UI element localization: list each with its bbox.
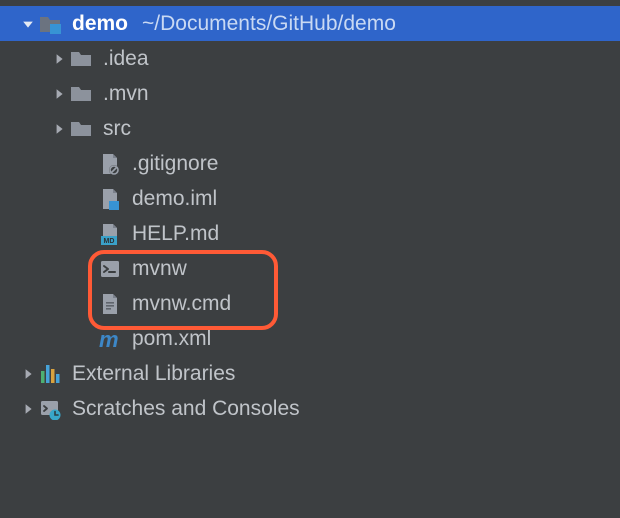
chevron-down-icon[interactable] <box>18 14 38 34</box>
chevron-right-icon[interactable] <box>49 84 69 104</box>
shell-file-icon <box>98 257 122 281</box>
chevron-right-icon[interactable] <box>18 399 38 419</box>
iml-file-icon <box>98 187 122 211</box>
chevron-right-icon[interactable] <box>18 364 38 384</box>
tree-row-file[interactable]: .gitignore <box>0 146 620 181</box>
tree-row-folder[interactable]: src <box>0 111 620 146</box>
ignored-file-icon <box>98 152 122 176</box>
chevron-right-icon[interactable] <box>49 49 69 69</box>
tree-row-libraries[interactable]: External Libraries <box>0 356 620 391</box>
folder-icon <box>69 117 93 141</box>
tree-row-folder[interactable]: .idea <box>0 41 620 76</box>
module-folder-icon <box>38 12 62 36</box>
tree-item-label: Scratches and Consoles <box>72 398 300 419</box>
tree-item-label: src <box>103 118 131 139</box>
tree-item-label: HELP.md <box>132 223 219 244</box>
tree-row-file[interactable]: MD HELP.md <box>0 216 620 251</box>
tree-row-file[interactable]: demo.iml <box>0 181 620 216</box>
chevron-right-icon[interactable] <box>49 119 69 139</box>
svg-text:MD: MD <box>104 238 115 245</box>
tree-item-label: demo.iml <box>132 188 217 209</box>
tree-row-scratches[interactable]: Scratches and Consoles <box>0 391 620 426</box>
markdown-file-icon: MD <box>98 222 122 246</box>
root-path: ~/Documents/GitHub/demo <box>142 12 396 36</box>
project-tree: demo ~/Documents/GitHub/demo .idea .mvn … <box>0 0 620 426</box>
tree-item-label: pom.xml <box>132 328 211 349</box>
svg-text:m: m <box>99 328 119 350</box>
tree-item-label: .gitignore <box>132 153 218 174</box>
text-file-icon <box>98 292 122 316</box>
folder-icon <box>69 47 93 71</box>
tree-item-label: mvnw.cmd <box>132 293 231 314</box>
folder-icon <box>69 82 93 106</box>
tree-row-file[interactable]: m pom.xml <box>0 321 620 356</box>
tree-row-root[interactable]: demo ~/Documents/GitHub/demo <box>0 6 620 41</box>
tree-item-label: mvnw <box>132 258 187 279</box>
tree-item-label: .idea <box>103 48 149 69</box>
tree-row-file[interactable]: mvnw.cmd <box>0 286 620 321</box>
tree-row-folder[interactable]: .mvn <box>0 76 620 111</box>
maven-file-icon: m <box>98 327 122 351</box>
libraries-icon <box>38 362 62 386</box>
scratches-icon <box>38 397 62 421</box>
tree-row-file[interactable]: mvnw <box>0 251 620 286</box>
tree-item-label: External Libraries <box>72 363 235 384</box>
tree-item-label: .mvn <box>103 83 149 104</box>
root-name: demo <box>72 13 128 34</box>
